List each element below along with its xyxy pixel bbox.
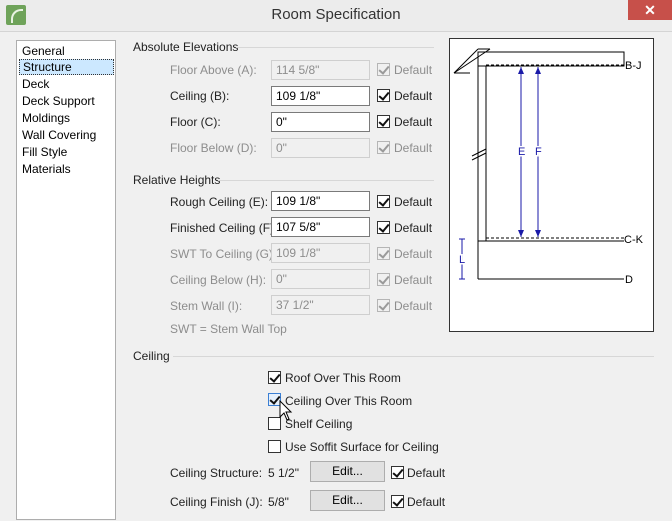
floor-label: Floor (C): — [170, 115, 221, 129]
ceiling-finish-edit-button[interactable]: Edit... — [310, 490, 385, 511]
roof-over-room-checkbox[interactable] — [268, 371, 281, 384]
elevation-diagram: B-J E F C-K L D — [449, 38, 654, 332]
stem-wall-default-checkbox — [377, 299, 390, 312]
ceiling-header: Ceiling — [133, 349, 170, 363]
ceiling-label: Ceiling (B): — [170, 89, 230, 103]
soffit-surface-label: Use Soffit Surface for Ceiling — [285, 440, 439, 454]
diagram-label-f: F — [535, 146, 542, 158]
nav-item-deck[interactable]: Deck — [19, 76, 114, 92]
floor-above-default-label: Default — [394, 63, 433, 77]
ceiling-field[interactable]: 109 1/8" — [271, 86, 370, 106]
floor-default-checkbox[interactable] — [377, 115, 390, 128]
floor-below-default-label: Default — [394, 141, 433, 155]
swt-to-ceiling-field: 109 1/8" — [271, 243, 370, 263]
floor-default-label: Default — [394, 115, 433, 129]
ceiling-default-checkbox[interactable] — [377, 89, 390, 102]
diagram-label-d: D — [625, 274, 633, 286]
nav-item-deck-support[interactable]: Deck Support — [19, 93, 114, 109]
nav-item-moldings[interactable]: Moldings — [19, 110, 114, 126]
stem-wall-default-label: Default — [394, 299, 433, 313]
ceiling-structure-edit-button[interactable]: Edit... — [310, 461, 385, 482]
nav-item-structure[interactable]: Structure — [19, 59, 114, 75]
rough-ceiling-label: Rough Ceiling (E): — [170, 195, 269, 209]
nav-item-materials[interactable]: Materials — [19, 161, 114, 177]
floor-below-default-checkbox — [377, 141, 390, 154]
finished-ceiling-default-label: Default — [394, 221, 433, 235]
floor-above-label: Floor Above (A): — [170, 63, 257, 77]
ceiling-structure-default-label: Default — [407, 466, 446, 480]
ceiling-below-default-label: Default — [394, 273, 433, 287]
finished-ceiling-field[interactable]: 107 5/8" — [271, 217, 370, 237]
ceiling-below-default-checkbox — [377, 273, 390, 286]
rough-ceiling-field[interactable]: 109 1/8" — [271, 191, 370, 211]
diagram-label-e: E — [518, 146, 525, 158]
absolute-elevations-header: Absolute Elevations — [133, 40, 239, 54]
diagram-label-l: L — [459, 254, 465, 266]
ceiling-finish-value: 5/8" — [268, 495, 289, 509]
ceiling-default-label: Default — [394, 89, 433, 103]
close-button[interactable]: ✕ — [628, 0, 672, 20]
roof-over-room-label: Roof Over This Room — [285, 371, 401, 385]
nav-item-fill-style[interactable]: Fill Style — [19, 144, 114, 160]
category-list[interactable]: General Structure Deck Deck Support Mold… — [16, 40, 116, 520]
ceiling-below-label: Ceiling Below (H): — [170, 273, 267, 287]
stem-wall-field: 37 1/2" — [271, 295, 370, 315]
finished-ceiling-default-checkbox[interactable] — [377, 221, 390, 234]
diagram-label-ck: C-K — [624, 234, 644, 246]
mouse-pointer-icon — [279, 400, 293, 421]
ceiling-finish-label: Ceiling Finish (J): — [170, 495, 263, 509]
shelf-ceiling-label: Shelf Ceiling — [285, 417, 353, 431]
ceiling-below-field: 0" — [271, 269, 370, 289]
floor-above-default-checkbox — [377, 63, 390, 76]
ceiling-over-room-label: Ceiling Over This Room — [285, 394, 413, 408]
nav-item-general[interactable]: General — [19, 43, 114, 59]
ceiling-finish-default-checkbox[interactable] — [391, 495, 404, 508]
swt-note: SWT = Stem Wall Top — [170, 322, 287, 336]
floor-below-label: Floor Below (D): — [170, 141, 257, 155]
soffit-surface-checkbox[interactable] — [268, 440, 281, 453]
window-title: Room Specification — [271, 6, 401, 23]
group-divider — [218, 180, 434, 181]
group-divider — [173, 356, 654, 357]
ceiling-structure-value: 5 1/2" — [268, 466, 299, 480]
title-bar: Room Specification ✕ — [0, 0, 672, 32]
floor-above-field: 114 5/8" — [271, 60, 370, 80]
swt-to-ceiling-label: SWT To Ceiling (G): — [170, 247, 277, 261]
relative-heights-header: Relative Heights — [133, 173, 221, 187]
rough-ceiling-default-checkbox[interactable] — [377, 195, 390, 208]
rough-ceiling-default-label: Default — [394, 195, 433, 209]
ceiling-structure-label: Ceiling Structure: — [170, 466, 263, 480]
finished-ceiling-label: Finished Ceiling (F): — [170, 221, 278, 235]
floor-below-field: 0" — [271, 138, 370, 158]
ceiling-finish-default-label: Default — [407, 495, 446, 509]
stem-wall-label: Stem Wall (I): — [170, 299, 243, 313]
group-divider — [236, 47, 434, 48]
ceiling-structure-default-checkbox[interactable] — [391, 466, 404, 479]
nav-item-wall-covering[interactable]: Wall Covering — [19, 127, 114, 143]
swt-to-ceiling-default-label: Default — [394, 247, 433, 261]
diagram-label-bj: B-J — [625, 60, 642, 72]
floor-field[interactable]: 0" — [271, 112, 370, 132]
swt-to-ceiling-default-checkbox — [377, 247, 390, 260]
